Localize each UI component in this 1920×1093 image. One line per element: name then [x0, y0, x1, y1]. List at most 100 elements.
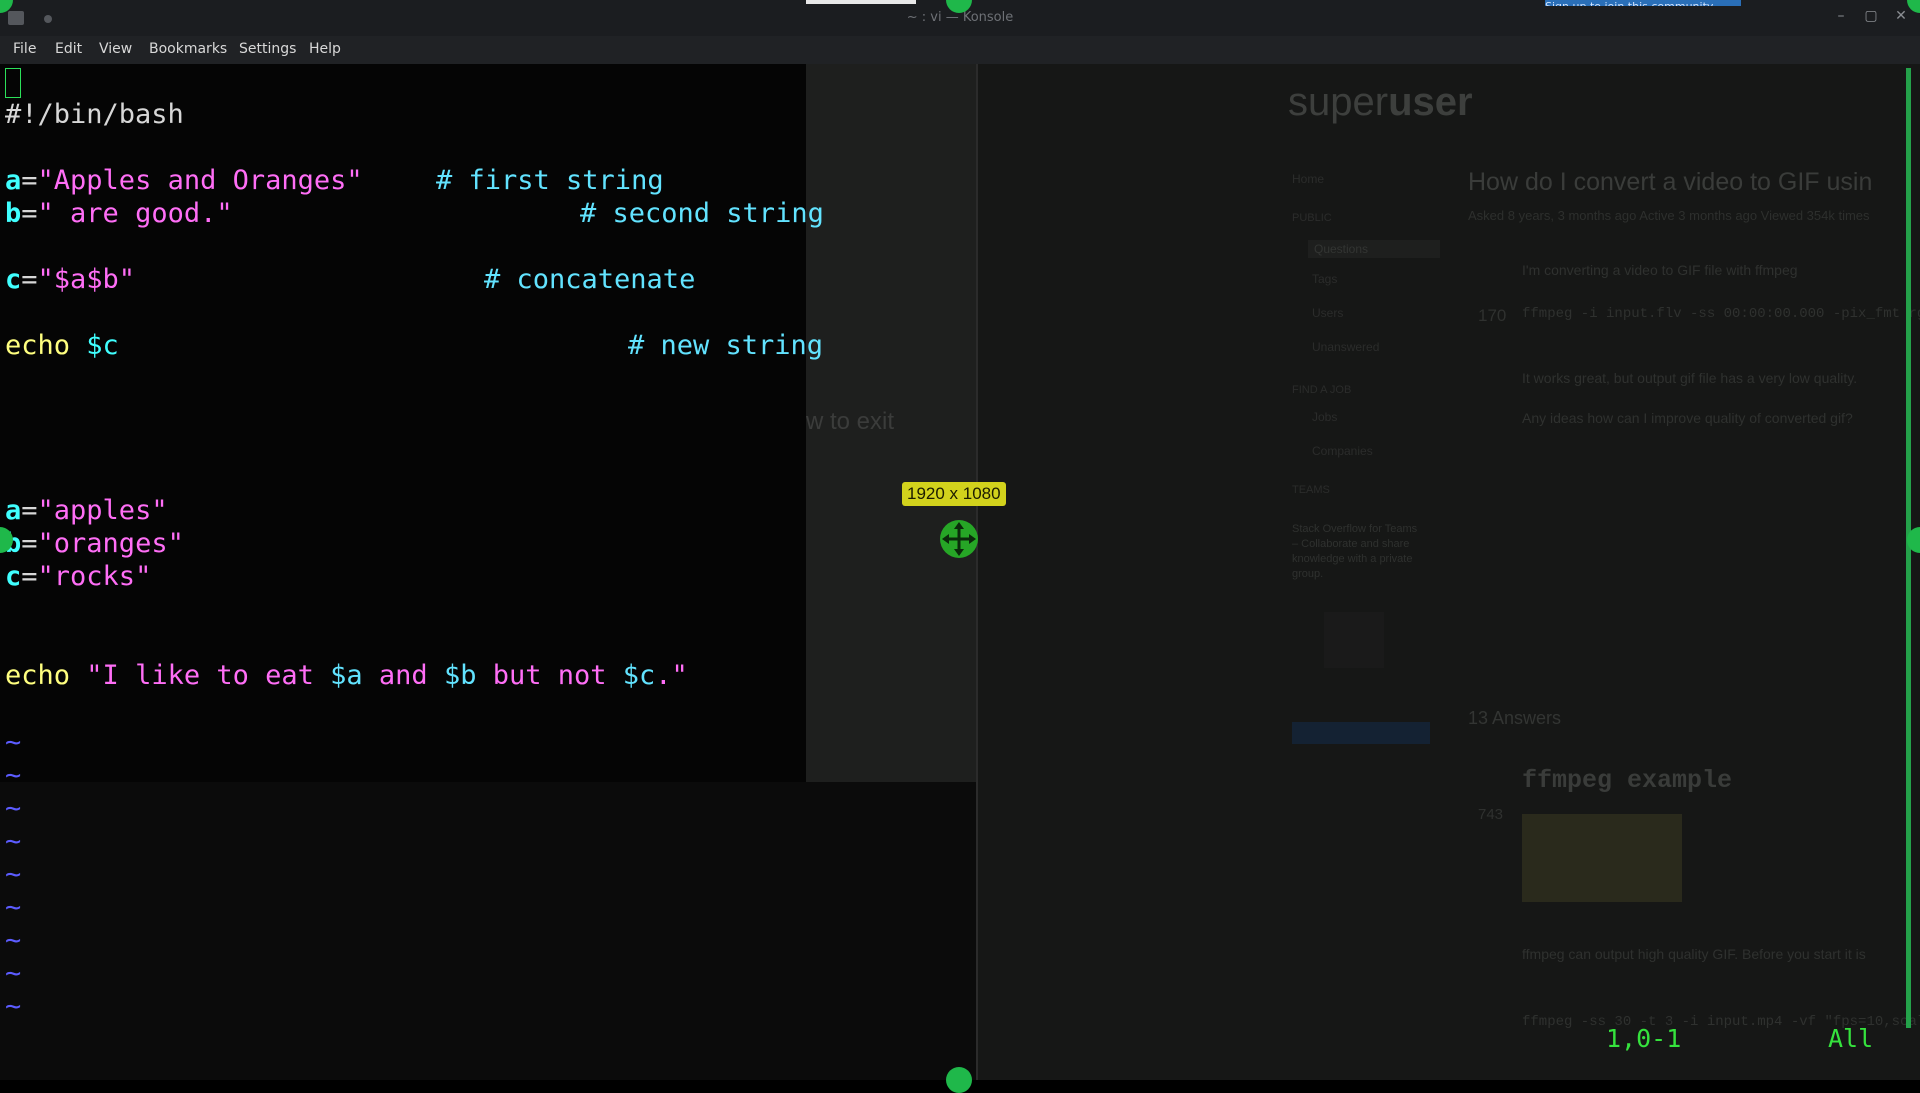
sidebar-companies: Companies: [1312, 444, 1373, 458]
code-line-a: a="Apples and Oranges": [5, 164, 363, 197]
assign-op: =: [21, 198, 37, 229]
selection-size-label: 1920 x 1080: [902, 482, 1006, 506]
question-body-line2: It works great, but output gif file has …: [1522, 370, 1857, 386]
tilde-line: ~: [5, 792, 21, 825]
minimize-icon[interactable]: –: [1830, 8, 1852, 24]
code-line-echo2: echo "I like to eat $a and $b but not $c…: [5, 659, 688, 692]
comment-new-string: # new string: [628, 330, 823, 361]
sidebar-public: PUBLIC: [1292, 212, 1332, 224]
tilde-line: ~: [5, 759, 21, 792]
echo-var-c: $c: [623, 660, 656, 691]
string-rocks: "rocks": [38, 561, 152, 592]
echo-arg-c: $c: [86, 330, 119, 361]
code-line-c: c="$a$b": [5, 263, 135, 296]
assign-op: =: [21, 561, 37, 592]
code-comment-c: # concatenate: [484, 263, 695, 296]
echo-var-a: $a: [330, 660, 363, 691]
echo-var-b: $b: [444, 660, 477, 691]
selection-divider: [976, 64, 978, 1080]
exit-hint: w to exit: [806, 408, 894, 436]
assign-op: =: [21, 264, 37, 295]
sidebar-users: Users: [1312, 306, 1343, 320]
menu-bookmarks[interactable]: Bookmarks: [149, 41, 227, 57]
sidebar-jobs: Jobs: [1312, 410, 1337, 424]
selection-handle-bottom[interactable]: [946, 1067, 972, 1093]
close-icon[interactable]: ✕: [1890, 8, 1912, 24]
answer-body: ffmpeg can output high quality GIF. Befo…: [1522, 946, 1866, 962]
menu-settings[interactable]: Settings: [239, 41, 296, 57]
menubar: File Edit View Bookmarks Settings Help: [0, 36, 1920, 64]
sidebar-questions: Questions: [1308, 240, 1440, 258]
menu-edit[interactable]: Edit: [55, 41, 82, 57]
var-a2: a: [5, 495, 21, 526]
question-title: How do I convert a video to GIF usin: [1468, 168, 1872, 197]
teams-illustration: [1324, 612, 1384, 668]
code-line-c2: c="rocks": [5, 560, 151, 593]
assign-op: =: [21, 528, 37, 559]
code-comment-b: # second string: [580, 197, 824, 230]
question-body-line1: I'm converting a video to GIF file with …: [1522, 262, 1798, 278]
code-line-echo1: echo $c: [5, 329, 119, 362]
move-arrows-icon[interactable]: [940, 520, 978, 558]
echo-string-but-not: but not: [476, 660, 622, 691]
code-comment-a: # first string: [436, 164, 664, 197]
var-c2: c: [5, 561, 21, 592]
answer-heading: ffmpeg example: [1522, 766, 1732, 795]
echo-string-start: "I like to eat: [86, 660, 330, 691]
string-oranges: "oranges": [38, 528, 184, 559]
tilde-line: ~: [5, 825, 21, 858]
vim-cursor: [5, 68, 21, 98]
menu-file[interactable]: File: [13, 41, 36, 57]
sidebar-unanswered: Unanswered: [1312, 340, 1379, 354]
echo-string-end: .": [655, 660, 688, 691]
code-line-b: b=" are good.": [5, 197, 233, 230]
string-a: "Apples and Oranges": [38, 165, 363, 196]
answers-count: 13 Answers: [1468, 708, 1561, 729]
teams-promo: Stack Overflow for Teams – Collaborate a…: [1292, 522, 1422, 582]
tilde-line: ~: [5, 891, 21, 924]
tilde-line: ~: [5, 957, 21, 990]
logo-suffix: user: [1388, 80, 1473, 124]
vote-count: 170: [1478, 306, 1506, 326]
menu-view[interactable]: View: [99, 41, 132, 57]
string-apples: "apples": [38, 495, 168, 526]
maximize-icon[interactable]: ▢: [1860, 8, 1882, 24]
tilde-line: ~: [5, 858, 21, 891]
assign-op: =: [21, 165, 37, 196]
sidebar-tags: Tags: [1312, 272, 1337, 286]
question-body-line3: Any ideas how can I improve quality of c…: [1522, 410, 1853, 426]
scroll-position: All: [1828, 1024, 1873, 1053]
comment-second-string: # second string: [580, 198, 824, 229]
var-c: c: [5, 264, 21, 295]
sidebar-home: Home: [1292, 172, 1324, 186]
signup-banner-fragment: Sign up to join this community: [1545, 0, 1741, 6]
code-comment-echo1: # new string: [628, 329, 823, 362]
comment-concatenate: # concatenate: [484, 264, 695, 295]
sidebar-teams: TEAMS: [1292, 484, 1330, 496]
shebang-text: #!/bin/bash: [5, 99, 184, 130]
menu-help[interactable]: Help: [309, 41, 341, 57]
code-line-a2: a="apples": [5, 494, 168, 527]
create-team-button[interactable]: [1292, 722, 1430, 744]
echo-string-and: and: [363, 660, 444, 691]
sidebar-find-job: FIND A JOB: [1292, 384, 1351, 396]
tilde-line: ~: [5, 990, 21, 1023]
string-b: " are good.": [38, 198, 233, 229]
dimmed-dialog-panel: w to exit: [806, 64, 976, 782]
echo-command: echo: [5, 660, 70, 691]
var-b: b: [5, 198, 21, 229]
code-line-b2: b="oranges": [5, 527, 184, 560]
assign-op: =: [21, 495, 37, 526]
answer-gif-thumbnail: [1522, 814, 1682, 902]
tilde-line: ~: [5, 924, 21, 957]
superuser-logo: superuser: [1288, 80, 1473, 125]
comment-first-string: # first string: [436, 165, 664, 196]
logo-prefix: super: [1288, 80, 1388, 124]
string-c: "$a$b": [38, 264, 136, 295]
answer-votes: 743: [1478, 806, 1503, 823]
titlebar-fragment-white: [806, 0, 916, 4]
tilde-line: ~: [5, 726, 21, 759]
code-line-shebang: #!/bin/bash: [5, 98, 184, 131]
cursor-position: 1,0-1: [1606, 1024, 1681, 1053]
question-meta: Asked 8 years, 3 months ago Active 3 mon…: [1468, 208, 1870, 223]
